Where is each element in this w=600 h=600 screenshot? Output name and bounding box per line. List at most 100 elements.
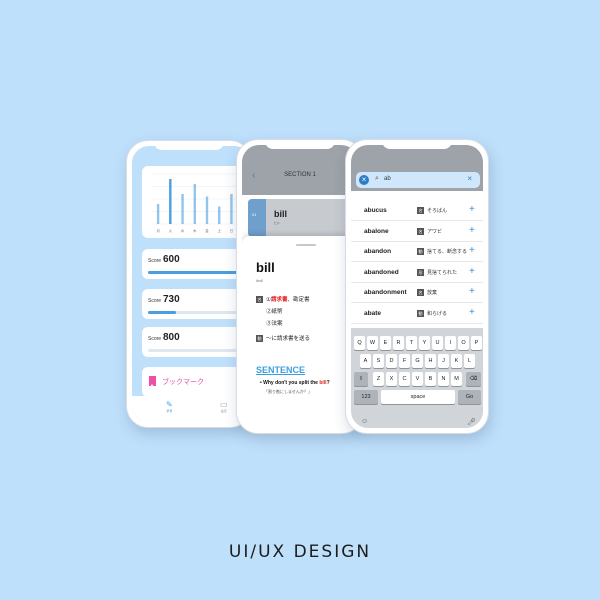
- chart-bar: [169, 179, 172, 224]
- bookmark-icon: [149, 376, 156, 387]
- tab-label: 学習: [166, 409, 173, 413]
- key-l[interactable]: L: [464, 354, 475, 368]
- result-word: abate: [364, 309, 381, 317]
- shift-key[interactable]: ⇧: [354, 372, 368, 386]
- key-d[interactable]: D: [386, 354, 397, 368]
- score-value: 800: [163, 332, 180, 343]
- go-key[interactable]: Go: [458, 390, 481, 404]
- space-key[interactable]: space: [381, 390, 455, 404]
- key-a[interactable]: A: [360, 354, 371, 368]
- key-p[interactable]: P: [471, 336, 482, 350]
- key-h[interactable]: H: [425, 354, 436, 368]
- add-plus-icon[interactable]: +: [469, 245, 475, 256]
- result-pos-tag: 動: [417, 248, 424, 255]
- word-number-strip: 01: [248, 199, 266, 237]
- key-j[interactable]: J: [438, 354, 449, 368]
- key-s[interactable]: S: [373, 354, 384, 368]
- sheet-handle[interactable]: [296, 244, 316, 246]
- tab-settings[interactable]: ▭ 設定: [220, 400, 228, 413]
- keyboard: ☺ 🎤︎ Q W E R T Y U I O P A S D F G H J K L ⇧ Z X C V B N M ⌫ 123 spac…: [351, 328, 483, 428]
- delete-key[interactable]: ⌫: [466, 372, 481, 386]
- word-card-reading: ビル: [274, 221, 281, 225]
- microphone-icon[interactable]: 🎤︎: [467, 418, 476, 426]
- score-card-2[interactable]: Score 730: [142, 289, 251, 319]
- key-e[interactable]: E: [380, 336, 391, 350]
- result-pos-tag: 名: [417, 227, 424, 235]
- search-header: × ⌕ ab ×: [351, 145, 483, 191]
- chart-tick-label: 日: [230, 229, 234, 233]
- bookmark-button[interactable]: ブックマーク: [142, 367, 251, 397]
- key-x[interactable]: X: [386, 372, 397, 386]
- pencil-icon: ✎: [166, 400, 173, 409]
- chart-tick-label: 火: [169, 228, 173, 233]
- key-r[interactable]: R: [393, 336, 404, 350]
- result-word: abucus: [364, 207, 387, 214]
- result-word: abandonment: [364, 289, 407, 296]
- key-g[interactable]: G: [412, 354, 423, 368]
- result-pos-tag: 動: [417, 309, 424, 317]
- clear-icon[interactable]: ×: [467, 174, 472, 183]
- result-row[interactable]: abucus 名そろばん +: [351, 201, 483, 221]
- score-label: Score: [148, 298, 162, 304]
- score-card-3[interactable]: Score 800: [142, 327, 251, 357]
- detail-pronunciation: /bɪl/: [256, 278, 263, 283]
- key-o[interactable]: O: [458, 336, 469, 350]
- score-card-1[interactable]: Score 600: [142, 249, 251, 279]
- score-label: Score: [148, 336, 162, 342]
- key-b[interactable]: B: [425, 372, 436, 386]
- chart-bar: [230, 194, 233, 224]
- result-word: abandon: [364, 248, 392, 255]
- result-row[interactable]: abandonment 名放棄 +: [351, 283, 483, 303]
- word-card-word: bill: [274, 209, 287, 219]
- result-row[interactable]: abate 動和らげる +: [351, 304, 483, 324]
- key-n[interactable]: N: [438, 372, 449, 386]
- key-y[interactable]: Y: [419, 336, 430, 350]
- definition-text: 〜に請求書を送る: [266, 336, 311, 342]
- key-q[interactable]: Q: [354, 336, 365, 350]
- example-highlight: bill: [319, 380, 327, 386]
- key-c[interactable]: C: [399, 372, 410, 386]
- chart-tick-label: 月: [156, 228, 160, 233]
- search-bar[interactable]: × ⌕ ab ×: [356, 172, 480, 188]
- add-plus-icon[interactable]: +: [469, 266, 475, 277]
- key-k[interactable]: K: [451, 354, 462, 368]
- result-pos-tag: 名: [417, 207, 424, 214]
- score-screen: 月火水木金土日月火 Score 600 Score 730 Score 800 …: [132, 146, 251, 422]
- chart-bar: [218, 206, 221, 224]
- definition-text: 紙幣: [271, 309, 283, 315]
- phone-score-screen: 月火水木金土日月火 Score 600 Score 730 Score 800 …: [126, 140, 252, 428]
- result-meaning: 放棄: [427, 290, 438, 296]
- definition-2: ②紙幣: [266, 307, 283, 315]
- key-u[interactable]: U: [432, 336, 443, 350]
- result-word: abalone: [364, 227, 389, 235]
- section-header: ‹ SECTION 1: [242, 145, 358, 195]
- bookmark-label: ブックマーク: [162, 379, 204, 386]
- key-w[interactable]: W: [367, 336, 378, 350]
- chart-tick-label: 土: [217, 228, 221, 233]
- key-m[interactable]: M: [451, 372, 462, 386]
- key-i[interactable]: I: [445, 336, 456, 350]
- add-plus-icon[interactable]: +: [469, 204, 475, 215]
- search-input[interactable]: ab: [384, 176, 391, 182]
- add-plus-icon[interactable]: +: [469, 286, 475, 297]
- tab-bar: ✎ 学習 ▭ 設定: [132, 396, 251, 422]
- word-card[interactable]: 01 bill ビル: [248, 199, 358, 237]
- tab-study[interactable]: ✎ 学習: [166, 400, 173, 413]
- result-meaning: 和らげる: [427, 310, 448, 317]
- result-row[interactable]: abalone 名アワビ +: [351, 222, 483, 242]
- globe-icon[interactable]: ☺: [361, 418, 368, 425]
- add-plus-icon[interactable]: +: [469, 225, 475, 236]
- sentence-heading: SENTENCE: [256, 365, 306, 375]
- key-v[interactable]: V: [412, 372, 423, 386]
- key-z[interactable]: Z: [373, 372, 384, 386]
- key-f[interactable]: F: [399, 354, 410, 368]
- definition-4: 動〜に請求書を送る: [256, 334, 311, 343]
- numbers-key[interactable]: 123: [354, 390, 378, 404]
- result-pos-tag: 形: [417, 268, 424, 276]
- result-row[interactable]: abandoned 形見捨てられた +: [351, 263, 483, 283]
- add-plus-icon[interactable]: +: [469, 307, 475, 318]
- key-t[interactable]: T: [406, 336, 417, 350]
- result-row[interactable]: abandon 動捨てる、断念する +: [351, 242, 483, 262]
- close-circle-icon[interactable]: ×: [359, 175, 369, 185]
- word-detail-screen: ‹ SECTION 1 01 bill ビル bill /bɪl/ 名 ①請求書、…: [242, 145, 358, 428]
